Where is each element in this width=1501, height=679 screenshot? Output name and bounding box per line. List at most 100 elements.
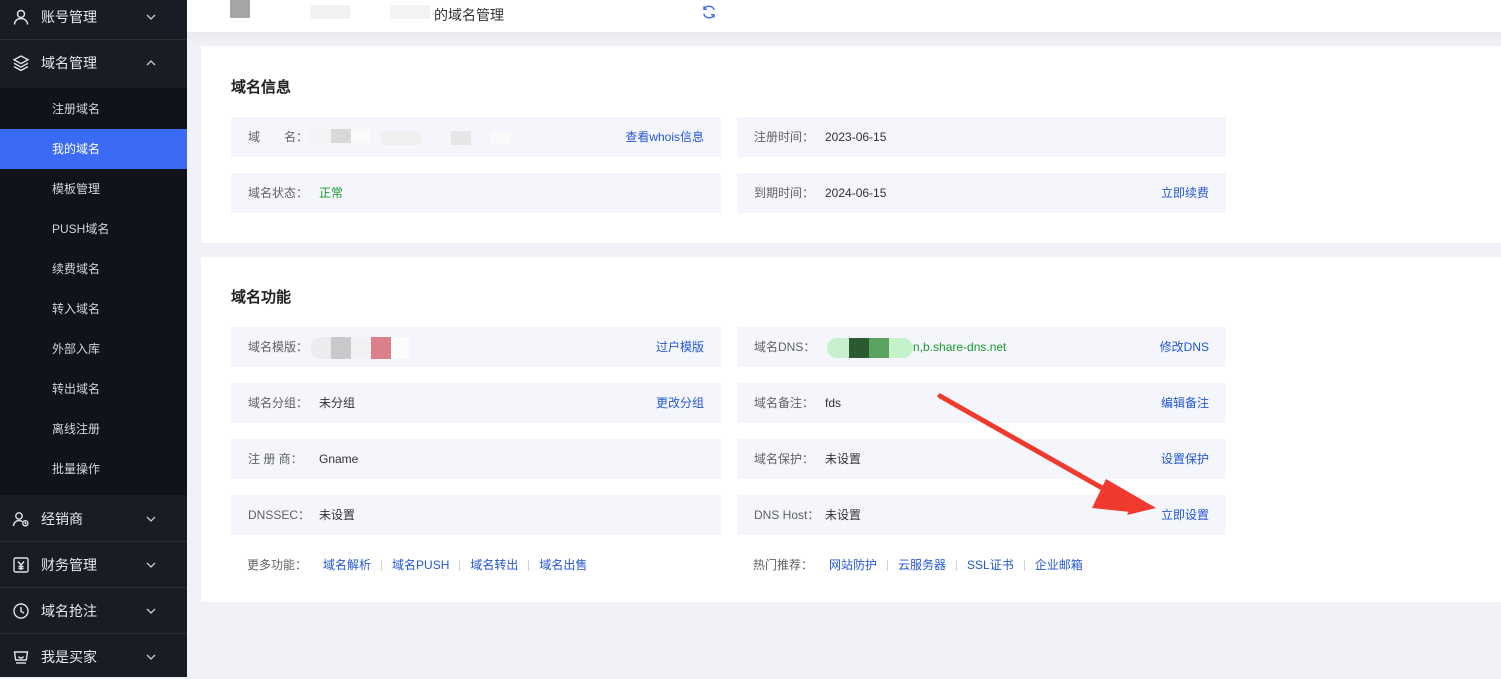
user-icon xyxy=(12,8,30,26)
sidebar-group-label: 账号管理 xyxy=(41,8,97,25)
redacted-block xyxy=(310,5,350,19)
field-label: 注 册 商： xyxy=(248,452,303,466)
sidebar-item-external-import[interactable]: 外部入库 xyxy=(0,329,187,369)
registrar-row: 注 册 商： Gname xyxy=(231,439,721,479)
domain-dns-row: 域名DNS： n,b.share-dns.net 修改DNS xyxy=(737,327,1226,367)
divider xyxy=(956,560,958,572)
dealer-icon xyxy=(12,510,30,528)
redacted-block xyxy=(869,338,889,358)
divider xyxy=(887,560,889,572)
domain-remark-row: 域名备注： fds 编辑备注 xyxy=(737,383,1226,423)
redacted-block xyxy=(230,0,250,18)
chevron-down-icon xyxy=(145,651,157,663)
set-now-link[interactable]: 立即设置 xyxy=(1161,495,1209,535)
ssl-cert-link[interactable]: SSL证书 xyxy=(967,558,1014,572)
redacted-block xyxy=(451,131,471,145)
redacted-block xyxy=(309,129,331,143)
page-header: 的域名管理 xyxy=(187,0,1501,32)
domain-status-row: 域名状态： 正常 xyxy=(231,173,721,213)
card-title: 域名功能 xyxy=(231,289,292,306)
domain-group-row: 域名分组： 未分组 更改分组 xyxy=(231,383,721,423)
change-group-link[interactable]: 更改分组 xyxy=(656,383,704,423)
register-time-value: 2023-06-15 xyxy=(825,130,887,144)
field-label: 域名状态： xyxy=(248,186,309,200)
redacted-block xyxy=(381,131,421,145)
expire-time-row: 到期时间： 2024-06-15 立即续费 xyxy=(737,173,1226,213)
enterprise-mail-link[interactable]: 企业邮箱 xyxy=(1035,558,1083,572)
redacted-block xyxy=(371,337,391,359)
sidebar-group-snapup[interactable]: 域名抢注 xyxy=(0,588,187,633)
sidebar-item-transfer-in[interactable]: 转入域名 xyxy=(0,289,187,329)
field-label: DNSSEC： xyxy=(248,508,311,522)
header-divider xyxy=(187,32,1501,46)
modify-dns-link[interactable]: 修改DNS xyxy=(1160,327,1209,367)
field-label: 域名备注： xyxy=(754,396,815,410)
redacted-block xyxy=(390,5,430,19)
cart-icon xyxy=(12,648,30,666)
domain-transfer-out-link[interactable]: 域名转出 xyxy=(470,558,518,572)
transfer-template-link[interactable]: 过户模版 xyxy=(656,327,704,367)
domain-submenu: 注册域名 我的域名 模板管理 PUSH域名 续费域名 转入域名 外部入库 转出域… xyxy=(0,88,187,495)
field-label: 域名DNS： xyxy=(754,340,816,354)
field-label: 注册时间： xyxy=(754,130,815,144)
remark-value: fds xyxy=(825,396,842,410)
sidebar-group-domain[interactable]: 域名管理 xyxy=(0,40,187,85)
domain-info-card: 域名信息 域 名： 查看whois信息 注册时间： 2023-06-15 域名状… xyxy=(201,46,1501,243)
field-label: 到期时间： xyxy=(754,186,815,200)
sidebar-item-register-domain[interactable]: 注册域名 xyxy=(0,89,187,129)
refresh-icon[interactable] xyxy=(701,4,717,20)
field-label: 热门推荐： xyxy=(753,558,814,572)
sidebar-group-buyer[interactable]: 我是买家 xyxy=(0,634,187,679)
sidebar-item-templates[interactable]: 模板管理 xyxy=(0,169,187,209)
view-whois-link[interactable]: 查看whois信息 xyxy=(625,117,704,157)
domain-functions-card: 域名功能 域名模版： 过户模版 域名DNS： n,b.share-dns.net… xyxy=(201,257,1501,602)
website-protection-link[interactable]: 网站防护 xyxy=(829,558,877,572)
redacted-block xyxy=(331,129,351,143)
chevron-down-icon xyxy=(145,513,157,525)
clock-icon xyxy=(12,602,30,620)
field-label: 域 名： xyxy=(248,130,309,144)
redacted-block xyxy=(331,337,351,359)
edit-remark-link[interactable]: 编辑备注 xyxy=(1161,383,1209,423)
redacted-block xyxy=(351,337,371,359)
sidebar-group-dealer[interactable]: 经销商 xyxy=(0,496,187,541)
sidebar-item-renew-domain[interactable]: 续费域名 xyxy=(0,249,187,289)
cloud-server-link[interactable]: 云服务器 xyxy=(898,558,946,572)
more-functions-row: 更多功能： 域名解析 域名PUSH 域名转出 域名出售 xyxy=(247,555,587,575)
status-badge: 正常 xyxy=(319,186,344,200)
sidebar-item-push-domain[interactable]: PUSH域名 xyxy=(0,209,187,249)
dns-host-value: 未设置 xyxy=(825,508,862,522)
domain-sell-link[interactable]: 域名出售 xyxy=(539,558,587,572)
finance-icon xyxy=(12,556,30,574)
expire-time-value: 2024-06-15 xyxy=(825,186,887,200)
redacted-block xyxy=(491,131,511,145)
chevron-down-icon xyxy=(145,11,157,23)
sidebar-group-finance[interactable]: 财务管理 xyxy=(0,542,187,587)
sidebar-item-offline-register[interactable]: 离线注册 xyxy=(0,409,187,449)
dns-resolve-link[interactable]: 域名解析 xyxy=(323,558,371,572)
chevron-down-icon xyxy=(145,559,157,571)
set-protect-link[interactable]: 设置保护 xyxy=(1161,439,1209,479)
group-value: 未分组 xyxy=(319,396,356,410)
divider xyxy=(381,560,383,572)
field-label: DNS Host： xyxy=(754,508,820,522)
sidebar-item-batch-ops[interactable]: 批量操作 xyxy=(0,449,187,489)
registrar-value: Gname xyxy=(319,452,359,466)
chevron-down-icon xyxy=(145,605,157,617)
page-title: 的域名管理 xyxy=(434,7,504,23)
sidebar-group-label: 域名抢注 xyxy=(41,602,97,619)
redacted-block xyxy=(889,338,913,358)
hot-recommend-row: 热门推荐： 网站防护 云服务器 SSL证书 企业邮箱 xyxy=(753,555,1083,575)
domain-push-link[interactable]: 域名PUSH xyxy=(392,558,449,572)
renew-now-link[interactable]: 立即续费 xyxy=(1161,173,1209,213)
sidebar-item-my-domains[interactable]: 我的域名 xyxy=(0,129,187,169)
sidebar: 账号管理 域名管理 注册域名 我的域名 模板管理 PUSH域名 续费域名 转入域… xyxy=(0,0,187,677)
sidebar-item-transfer-out[interactable]: 转出域名 xyxy=(0,369,187,409)
field-label: 域名模版： xyxy=(248,340,309,354)
protect-value: 未设置 xyxy=(825,452,862,466)
dns-value: n,b.share-dns.net xyxy=(913,340,1007,354)
domain-protect-row: 域名保护： 未设置 设置保护 xyxy=(737,439,1226,479)
sidebar-group-account[interactable]: 账号管理 xyxy=(0,0,187,39)
redacted-block xyxy=(311,337,331,359)
dnssec-row: DNSSEC： 未设置 xyxy=(231,495,721,535)
